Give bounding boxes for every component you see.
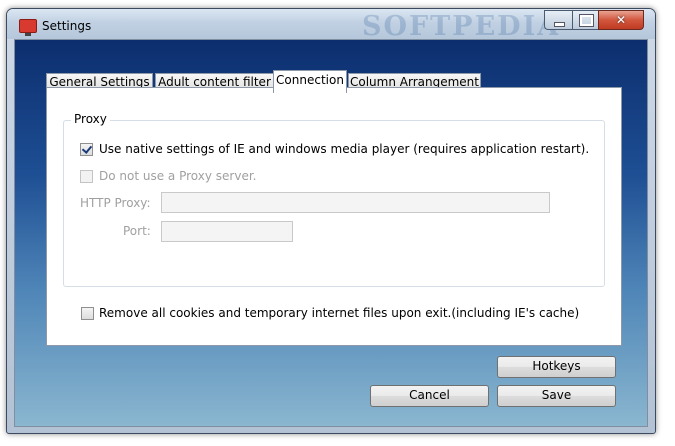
close-icon: ✕ xyxy=(615,13,627,27)
connection-panel: Proxy Use native settings of IE and wind… xyxy=(46,87,622,346)
minimize-icon xyxy=(554,22,565,27)
use-native-settings-checkbox[interactable] xyxy=(80,143,93,156)
title-bar[interactable]: Settings SOFTPEDIA ✕ xyxy=(7,9,655,42)
port-label: Port: xyxy=(123,224,151,238)
http-proxy-input[interactable] xyxy=(161,192,550,213)
cancel-button[interactable]: Cancel xyxy=(370,385,489,407)
app-monitor-icon xyxy=(19,19,37,36)
hotkeys-button[interactable]: Hotkeys xyxy=(497,356,616,378)
remove-cookies-label: Remove all cookies and temporary interne… xyxy=(99,306,580,320)
softpedia-watermark: SOFTPEDIA xyxy=(362,11,561,42)
port-input[interactable] xyxy=(161,221,293,242)
no-proxy-checkbox[interactable] xyxy=(80,170,93,183)
tab-connection[interactable]: Connection xyxy=(273,70,347,93)
no-proxy-label: Do not use a Proxy server. xyxy=(99,169,257,183)
maximize-icon xyxy=(580,15,593,26)
close-button[interactable]: ✕ xyxy=(598,10,644,30)
save-button[interactable]: Save xyxy=(497,385,616,407)
proxy-group-label: Proxy xyxy=(71,112,110,126)
use-native-settings-label: Use native settings of IE and windows me… xyxy=(99,142,590,156)
window-title: Settings xyxy=(42,19,92,33)
remove-cookies-checkbox[interactable] xyxy=(81,307,94,320)
maximize-button[interactable] xyxy=(572,10,598,30)
proxy-group: Proxy Use native settings of IE and wind… xyxy=(63,112,605,287)
minimize-button[interactable] xyxy=(544,10,572,30)
http-proxy-label: HTTP Proxy: xyxy=(80,196,151,210)
